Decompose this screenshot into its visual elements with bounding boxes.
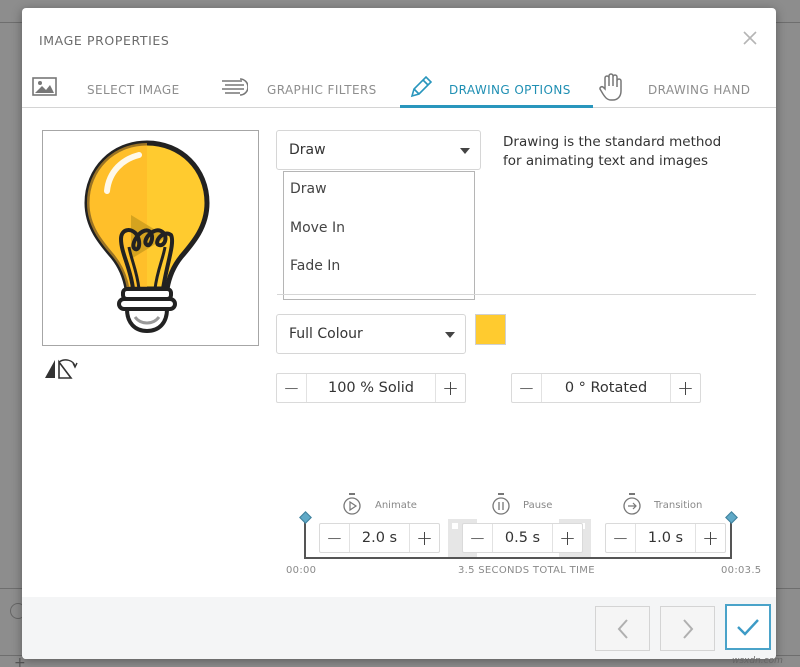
previous-button[interactable] bbox=[595, 606, 650, 651]
next-button[interactable] bbox=[660, 606, 715, 651]
rotation-value: 0 ° Rotated bbox=[564, 380, 648, 396]
opacity-increase-button[interactable]: + bbox=[435, 374, 465, 402]
flip-icon bbox=[45, 359, 78, 379]
section-divider bbox=[277, 294, 756, 295]
rotation-decrease-button[interactable]: − bbox=[512, 374, 542, 402]
transition-increase-button[interactable]: + bbox=[695, 524, 725, 552]
tab-drawing-options[interactable]: DRAWING OPTIONS bbox=[400, 70, 593, 108]
timeline-start-time: 00:00 bbox=[286, 565, 317, 576]
opacity-decrease-button[interactable]: − bbox=[277, 374, 307, 402]
filter-lines-icon bbox=[222, 78, 248, 96]
tab-bar: SELECT IMAGE GRAPHIC FILTERS DRAWING OPT… bbox=[22, 70, 776, 108]
animation-description: Drawing is the standard method for anima… bbox=[503, 134, 722, 169]
tab-label: SELECT IMAGE bbox=[87, 83, 180, 97]
opacity-value: 100 % Solid bbox=[327, 380, 414, 396]
animation-type-menu: Draw Move In Fade In bbox=[283, 171, 475, 300]
pause-duration-value: 0.5 s bbox=[504, 530, 541, 546]
chevron-left-icon bbox=[617, 618, 628, 639]
pause-duration-stepper: − 0.5 s + bbox=[462, 523, 583, 553]
chevron-down-icon bbox=[460, 148, 470, 154]
hand-icon bbox=[599, 73, 622, 101]
watermark: wsxdn.com bbox=[732, 656, 783, 666]
active-tab-indicator bbox=[400, 105, 593, 108]
animate-decrease-button[interactable]: − bbox=[320, 524, 350, 552]
chevron-right-icon bbox=[682, 618, 693, 639]
pause-decrease-button[interactable]: − bbox=[463, 524, 493, 552]
tab-drawing-hand[interactable]: DRAWING HAND bbox=[598, 70, 773, 108]
flip-image-button[interactable] bbox=[43, 356, 79, 382]
menu-item-move-in[interactable]: Move In bbox=[290, 220, 345, 236]
dialog-title: IMAGE PROPERTIES bbox=[39, 33, 170, 48]
menu-item-draw[interactable]: Draw bbox=[290, 181, 327, 197]
tab-label: DRAWING OPTIONS bbox=[449, 83, 571, 97]
timeline-end-time: 00:03.5 bbox=[721, 565, 762, 576]
transition-decrease-button[interactable]: − bbox=[606, 524, 636, 552]
pause-increase-button[interactable]: + bbox=[552, 524, 582, 552]
tab-label: DRAWING HAND bbox=[648, 83, 751, 97]
animate-increase-button[interactable]: + bbox=[409, 524, 439, 552]
colour-swatch[interactable] bbox=[475, 314, 506, 345]
close-icon bbox=[743, 31, 757, 45]
transition-label: Transition bbox=[654, 500, 703, 511]
menu-item-fade-in[interactable]: Fade In bbox=[290, 258, 340, 274]
transition-stopwatch-icon bbox=[623, 493, 641, 515]
light-bulb-icon bbox=[84, 140, 210, 334]
close-button[interactable] bbox=[738, 26, 762, 50]
image-preview bbox=[42, 130, 259, 346]
opacity-stepper: − 100 % Solid + bbox=[276, 373, 466, 403]
play-stopwatch-icon bbox=[343, 493, 361, 515]
transition-duration-stepper: − 1.0 s + bbox=[605, 523, 726, 553]
checkmark-icon bbox=[737, 619, 759, 636]
timeline-total-time: 3.5 SECONDS TOTAL TIME bbox=[458, 565, 595, 576]
pencil-icon bbox=[410, 75, 433, 98]
animation-type-select[interactable]: Draw bbox=[276, 130, 481, 170]
colour-mode-select[interactable]: Full Colour bbox=[276, 314, 466, 354]
image-icon bbox=[32, 77, 57, 96]
rotation-increase-button[interactable]: + bbox=[670, 374, 700, 402]
chevron-down-icon bbox=[445, 332, 455, 338]
tab-label: GRAPHIC FILTERS bbox=[267, 83, 377, 97]
pause-stopwatch-icon bbox=[492, 493, 510, 515]
animate-duration-stepper: − 2.0 s + bbox=[319, 523, 440, 553]
dialog-footer bbox=[22, 597, 776, 659]
tab-select-image[interactable]: SELECT IMAGE bbox=[32, 70, 192, 108]
confirm-button[interactable] bbox=[725, 604, 771, 650]
animate-duration-value: 2.0 s bbox=[361, 530, 398, 546]
animate-label: Animate bbox=[375, 500, 417, 511]
pause-label: Pause bbox=[523, 500, 553, 511]
tab-graphic-filters[interactable]: GRAPHIC FILTERS bbox=[220, 70, 380, 108]
animation-type-value: Draw bbox=[289, 142, 326, 158]
rotation-stepper: − 0 ° Rotated + bbox=[511, 373, 701, 403]
colour-mode-value: Full Colour bbox=[289, 326, 363, 342]
image-properties-dialog: IMAGE PROPERTIES SELECT IMAGE GRAPHIC FI… bbox=[22, 8, 776, 659]
transition-duration-value: 1.0 s bbox=[647, 530, 684, 546]
